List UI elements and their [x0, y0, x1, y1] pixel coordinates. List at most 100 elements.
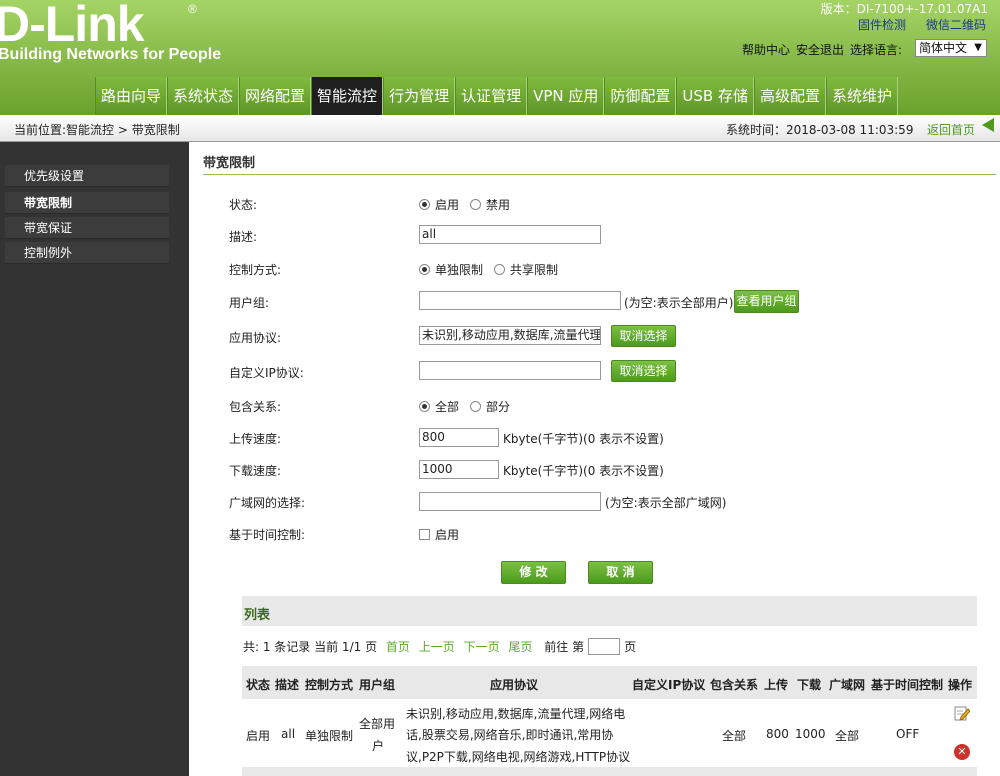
wechat-qr-link[interactable]: 微信二维码: [926, 16, 986, 33]
table-row: 启用 all 单独限制 全部用 户 未识别,移动应用,数据库,流量代理,网络电 …: [242, 699, 977, 767]
language-select[interactable]: 简体中文 ▼: [915, 39, 987, 57]
sidebar: 优先级设置 带宽限制 带宽保证 控制例外: [0, 142, 189, 776]
col-status: 状态: [246, 678, 271, 692]
menu-route-wizard[interactable]: 路由向导: [95, 77, 168, 115]
radio-unchecked-icon[interactable]: [494, 264, 505, 275]
status-disable-option[interactable]: 禁用: [470, 196, 510, 213]
cell-group-line2: 户: [372, 739, 385, 753]
logo: D-Link: [0, 0, 145, 52]
table-footer-strip: [242, 767, 977, 776]
app-protocol-clear-button[interactable]: 取消选择: [611, 325, 676, 347]
pager-first[interactable]: 首页: [386, 640, 410, 654]
firmware-check-link[interactable]: 固件检测: [858, 16, 906, 33]
menu-advanced-config[interactable]: 高级配置: [753, 77, 826, 115]
tagline: Building Networks for People: [0, 46, 222, 63]
time-control-enable-label: 启用: [435, 528, 460, 542]
include-partial-option[interactable]: 部分: [470, 398, 510, 415]
upload-label: 上传速度:: [229, 432, 282, 446]
app-protocol-label: 应用协议:: [229, 331, 282, 345]
cell-include: 全部: [722, 729, 747, 743]
menu-vpn[interactable]: VPN 应用: [527, 77, 605, 115]
sidebar-item-bandwidth-guarantee[interactable]: 带宽保证: [5, 217, 169, 239]
app-protocol-input[interactable]: 未识别,移动应用,数据库,流量代理,网络电话,股票交易,网络音乐,即时通讯,常用…: [419, 326, 601, 345]
page-number-input[interactable]: [588, 638, 621, 655]
breadcrumb: 当前位置:智能流控 > 带宽限制: [14, 123, 180, 137]
col-time: 基于时间控制: [871, 678, 944, 692]
menu-defense-config[interactable]: 防御配置: [604, 77, 677, 115]
pager-goto-label: 前往 第: [544, 640, 585, 654]
menu-auth-management[interactable]: 认证管理: [455, 77, 528, 115]
language-label: 选择语言:: [850, 43, 903, 57]
user-group-label: 用户组:: [229, 296, 270, 310]
menu-system-maintenance[interactable]: 系统维护: [825, 77, 898, 115]
checkbox-icon[interactable]: [419, 529, 430, 540]
status-enable-label: 启用: [435, 198, 460, 212]
radio-unchecked-icon[interactable]: [470, 401, 481, 412]
user-group-input[interactable]: [419, 291, 621, 310]
wan-label: 广域网的选择:: [229, 496, 306, 510]
cancel-button[interactable]: 取 消: [588, 561, 653, 584]
cell-protocol-line3: 议,P2P下载,网络电视,网络游戏,HTTP协议: [406, 750, 631, 764]
col-mode: 控制方式: [305, 678, 354, 692]
radio-checked-icon[interactable]: [419, 401, 430, 412]
col-action: 操作: [948, 678, 973, 692]
cell-time: OFF: [896, 727, 920, 741]
col-upload: 上传: [764, 678, 789, 692]
radio-checked-icon[interactable]: [419, 264, 430, 275]
upload-input[interactable]: 800: [419, 428, 499, 447]
control-mode-shared-option[interactable]: 共享限制: [494, 261, 558, 278]
cell-upload: 800: [766, 727, 789, 741]
download-unit: Kbyte(千字节)(0 表示不设置): [503, 464, 664, 478]
menu-system-status[interactable]: 系统状态: [167, 77, 240, 115]
pager-prev[interactable]: 上一页: [419, 640, 455, 654]
control-mode-single-option[interactable]: 单独限制: [419, 261, 483, 278]
user-group-hint: (为空:表示全部用户): [624, 296, 734, 310]
edit-icon[interactable]: [954, 705, 970, 721]
chevron-down-icon: ▼: [974, 42, 982, 53]
cell-desc: all: [281, 727, 296, 741]
col-wan: 广域网: [829, 678, 866, 692]
menu-network-config[interactable]: 网络配置: [239, 77, 312, 115]
radio-unchecked-icon[interactable]: [470, 199, 481, 210]
menu-usb-storage[interactable]: USB 存储: [676, 77, 754, 115]
registered-mark: ®: [188, 2, 197, 16]
download-input[interactable]: 1000: [419, 460, 499, 479]
modify-button[interactable]: 修 改: [501, 561, 566, 584]
sidebar-item-bandwidth-limit[interactable]: 带宽限制: [5, 192, 169, 214]
status-enable-option[interactable]: 启用: [419, 196, 459, 213]
wan-input[interactable]: [419, 492, 601, 511]
delete-icon[interactable]: ✕: [954, 744, 970, 760]
menu-smart-flow-control[interactable]: 智能流控: [311, 77, 384, 115]
sidebar-item-control-exception[interactable]: 控制例外: [5, 242, 169, 264]
view-user-group-button[interactable]: 查看用户组: [734, 290, 799, 313]
pager-next[interactable]: 下一页: [464, 640, 500, 654]
custom-ip-input[interactable]: [419, 361, 601, 380]
logout-link[interactable]: 安全退出: [796, 43, 844, 57]
desc-input[interactable]: all: [419, 225, 601, 244]
list-title: 列表: [244, 608, 271, 623]
back-arrow-icon[interactable]: [982, 118, 994, 132]
include-all-option[interactable]: 全部: [419, 398, 459, 415]
include-all-label: 全部: [435, 400, 460, 414]
version-label: 版本：DI-7100+-17.01.07A1: [820, 2, 988, 16]
control-mode-single-label: 单独限制: [435, 263, 484, 277]
cell-group-line1: 全部用: [359, 717, 396, 731]
language-value: 简体中文: [919, 41, 968, 55]
custom-ip-clear-button[interactable]: 取消选择: [611, 360, 676, 382]
control-mode-shared-label: 共享限制: [510, 263, 559, 277]
col-custom-ip: 自定义IP协议: [632, 678, 706, 692]
col-group: 用户组: [359, 678, 396, 692]
menu-behavior-management[interactable]: 行为管理: [383, 77, 456, 115]
upload-unit: Kbyte(千字节)(0 表示不设置): [503, 432, 664, 446]
time-control-option[interactable]: 启用: [419, 526, 459, 543]
include-label: 包含关系:: [229, 400, 282, 414]
help-link[interactable]: 帮助中心: [742, 43, 790, 57]
sidebar-item-priority[interactable]: 优先级设置: [5, 165, 169, 187]
include-partial-label: 部分: [486, 400, 511, 414]
col-protocol: 应用协议: [490, 678, 539, 692]
top-links: 帮助中心 安全退出 选择语言:: [742, 41, 908, 58]
radio-checked-icon[interactable]: [419, 199, 430, 210]
back-home-link[interactable]: 返回首页: [927, 121, 975, 138]
pager-last[interactable]: 尾页: [508, 640, 532, 654]
cell-wan: 全部: [835, 729, 860, 743]
